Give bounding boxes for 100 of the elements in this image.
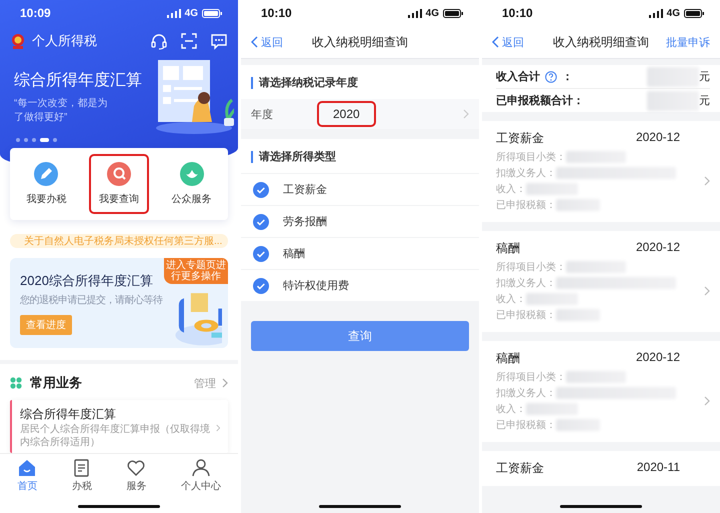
scan-icon[interactable] <box>180 32 198 50</box>
chevron-right-icon <box>704 176 710 186</box>
status-time: 10:09 <box>20 6 51 20</box>
year-label: 年度 <box>251 108 274 122</box>
battery-icon <box>684 8 704 18</box>
redaction-block <box>556 199 600 211</box>
currency-unit: 元 <box>699 94 710 108</box>
redaction-block <box>526 293 578 305</box>
redaction-block <box>556 309 600 321</box>
battery-icon <box>443 8 463 18</box>
redaction-block <box>647 90 699 110</box>
promo-title: 2020综合所得年度汇算 <box>20 272 154 290</box>
business-card[interactable]: 综合所得年度汇算 居民个人综合所得年度汇算申报（仅取得境内综合所得适用） <box>10 400 228 453</box>
tab[interactable]: 办税 <box>72 458 92 493</box>
income-type-option[interactable]: 劳务报酬 <box>241 205 479 237</box>
income-type: 稿酬 <box>496 350 520 367</box>
chevron-right-icon <box>463 109 469 119</box>
field-label: 收入： <box>496 292 526 306</box>
income-type-option[interactable]: 工资薪金 <box>241 173 479 205</box>
status-time: 10:10 <box>261 6 292 20</box>
banner-quote: “每一次改变，都是为了做得更好” <box>14 96 108 124</box>
income-type: 稿酬 <box>496 240 520 257</box>
network-label: 4G <box>426 8 439 18</box>
chevron-right-icon <box>216 422 220 432</box>
redaction-block <box>566 261 626 273</box>
business-description: 居民个人综合所得年度汇算申报（仅取得境内综合所得适用） <box>20 423 211 449</box>
nav-title: 收入纳税明细查询 <box>312 34 408 50</box>
record-period: 2020-12 <box>636 130 680 146</box>
summary-colon: ： <box>562 70 573 84</box>
chevron-right-icon <box>222 378 228 388</box>
record-period: 2020-12 <box>636 350 680 366</box>
chat-icon[interactable] <box>210 32 228 50</box>
battery-icon <box>202 8 222 18</box>
tab[interactable]: 个人中心 <box>180 458 221 493</box>
quick-action-button[interactable]: 我要查询 <box>88 154 149 214</box>
field-label: 已申报税额： <box>496 418 556 432</box>
batch-appeal-link[interactable]: 批量申诉 <box>666 34 710 50</box>
income-type-option[interactable]: 特许权使用费 <box>241 269 479 301</box>
back-button[interactable]: 返回 <box>492 34 548 50</box>
field-label: 已申报税额： <box>496 308 556 322</box>
chevron-left-icon <box>492 36 499 48</box>
app-name: 个人所得税 <box>32 32 97 50</box>
carousel-dot[interactable] <box>32 138 36 142</box>
summary-label: 收入合计 <box>496 70 540 84</box>
banner-title: 综合所得年度汇算 <box>14 70 142 90</box>
person-icon <box>190 458 211 478</box>
business-title: 综合所得年度汇算 <box>20 406 117 423</box>
tab[interactable]: 首页 <box>17 458 38 493</box>
field-label: 扣缴义务人： <box>496 166 556 180</box>
field-label: 扣缴义务人： <box>496 386 556 400</box>
quick-action-button[interactable]: 我要办税 <box>16 154 76 214</box>
chevron-right-icon <box>704 396 710 406</box>
record-card[interactable]: 工资薪金 2020-12 所得项目小类： 扣缴义务人： 收入： 已申报税额： <box>482 121 720 222</box>
field-label: 所得项目小类： <box>496 150 566 164</box>
section-title: 请选择纳税记录年度 <box>251 77 358 89</box>
network-label: 4G <box>666 8 680 18</box>
year-value: 2020 <box>317 101 376 127</box>
quick-action-button[interactable]: 公众服务 <box>162 154 222 214</box>
redaction-block <box>526 403 578 415</box>
year-selector[interactable]: 年度 2020 <box>241 99 479 129</box>
heart-icon <box>126 458 146 478</box>
field-label: 所得项目小类： <box>496 370 566 384</box>
field-label: 扣缴义务人： <box>496 276 556 290</box>
home-icon <box>17 458 38 478</box>
chevron-left-icon <box>251 36 258 48</box>
redaction-block <box>566 151 626 163</box>
section-title: 请选择所得类型 <box>251 151 336 163</box>
income-type: 工资薪金 <box>496 460 544 477</box>
quick-action-icon <box>106 162 131 186</box>
carousel-dot[interactable] <box>16 138 20 142</box>
record-card[interactable]: 工资薪金 2020-11 <box>482 451 720 486</box>
carousel-dot[interactable] <box>24 138 28 142</box>
record-card[interactable]: 稿酬 2020-12 所得项目小类： 扣缴义务人： 收入： 已申报税额： <box>482 341 720 442</box>
quick-action-icon <box>34 162 58 186</box>
back-button[interactable]: 返回 <box>251 34 307 50</box>
record-period: 2020-11 <box>636 460 680 476</box>
section-title: 常用业务 <box>30 374 82 392</box>
redaction-block <box>566 371 626 383</box>
quick-action-icon <box>180 162 204 186</box>
headset-icon[interactable] <box>150 32 168 50</box>
carousel-dot[interactable] <box>53 138 57 142</box>
emblem-icon <box>10 33 26 49</box>
currency-unit: 元 <box>699 70 710 84</box>
status-time: 10:10 <box>502 6 533 20</box>
signal-icon <box>648 8 663 18</box>
field-label: 已申报税额： <box>496 198 556 212</box>
redaction-block <box>526 183 578 195</box>
income-type: 工资薪金 <box>496 130 544 147</box>
record-card[interactable]: 稿酬 2020-12 所得项目小类： 扣缴义务人： 收入： 已申报税额： <box>482 231 720 332</box>
signal-icon <box>166 8 181 18</box>
redaction-block <box>647 66 699 86</box>
field-label: 收入： <box>496 402 526 416</box>
tab[interactable]: 服务 <box>126 458 146 493</box>
redaction-block <box>556 419 600 431</box>
income-type-option[interactable]: 稿酬 <box>241 237 479 269</box>
help-icon[interactable] <box>545 70 557 82</box>
summary-label: 已申报税额合计： <box>496 94 584 108</box>
promo-subtitle: 您的退税申请已提交，请耐心等待 <box>20 294 162 306</box>
signal-icon <box>408 8 422 18</box>
record-period: 2020-12 <box>636 240 680 256</box>
